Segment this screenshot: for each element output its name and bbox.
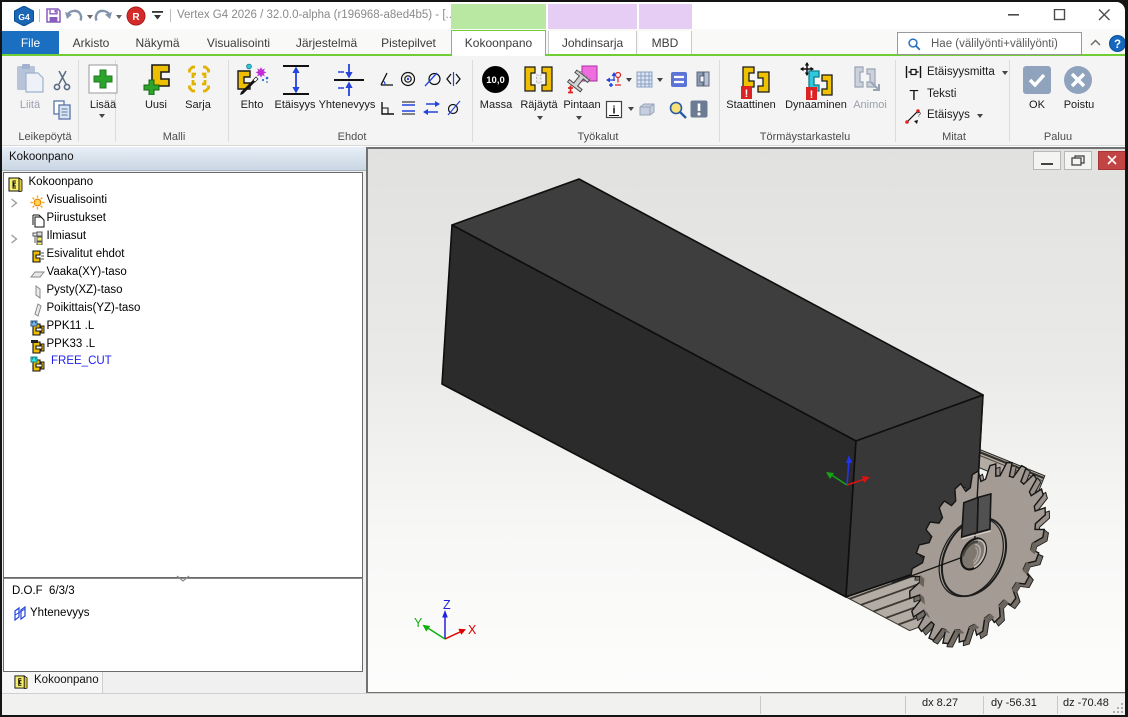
svg-text:G4: G4	[18, 12, 30, 22]
svg-text:T: T	[909, 87, 918, 102]
svg-text:R: R	[132, 12, 140, 23]
svg-text:i: i	[612, 105, 615, 117]
svg-text:10,0: 10,0	[486, 75, 505, 86]
svg-text:Z: Z	[443, 598, 451, 612]
svg-text:X: X	[468, 623, 477, 637]
svg-text:Y: Y	[414, 616, 423, 630]
svg-text:?: ?	[1114, 39, 1121, 51]
svg-text:?: ?	[917, 112, 921, 119]
